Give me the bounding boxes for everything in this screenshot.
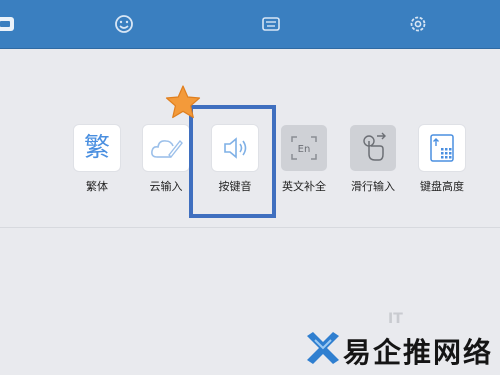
watermark-logo-icon — [307, 332, 339, 364]
emoji-icon[interactable] — [112, 12, 136, 36]
toolbar-item-label: 键盘高度 — [420, 180, 464, 193]
keyboard-icon[interactable] — [259, 12, 283, 36]
keyboard-height-icon — [430, 134, 454, 162]
gear-icon[interactable] — [406, 12, 430, 36]
toolbar-item-english-complete[interactable]: En 英文补全 — [269, 125, 339, 194]
keyboard-height-tile[interactable] — [419, 125, 465, 171]
english-complete-icon: En — [291, 136, 317, 160]
traditional-tile[interactable]: 繁 — [74, 125, 120, 171]
swipe-input-tile[interactable] — [350, 125, 396, 171]
toolbar-item-traditional[interactable]: 繁 繁体 — [62, 125, 132, 194]
keyboard-topbar — [0, 0, 500, 49]
toolbar-item-label: 繁体 — [86, 180, 108, 193]
toolbar-item-keyboard-height[interactable]: 键盘高度 — [407, 125, 477, 194]
toolbar-item-label: 滑行输入 — [351, 180, 395, 193]
english-complete-tile[interactable]: En — [281, 125, 327, 171]
watermark-faint-text: IT — [388, 311, 403, 327]
keyboard-skin-icon[interactable] — [0, 12, 18, 36]
watermark-brand: 易企推网络 — [343, 336, 494, 369]
traditional-chinese-icon: 繁 — [83, 133, 110, 163]
cloud-input-icon — [151, 139, 183, 159]
english-icon-text: En — [298, 144, 311, 155]
star-icon — [165, 85, 201, 119]
cloud-input-tile[interactable] — [143, 125, 189, 171]
toolbar-item-label: 英文补全 — [282, 180, 326, 193]
swipe-input-icon — [363, 132, 386, 161]
highlight-box — [189, 105, 276, 218]
toolbar-item-swipe-input[interactable]: 滑行输入 — [338, 125, 408, 194]
